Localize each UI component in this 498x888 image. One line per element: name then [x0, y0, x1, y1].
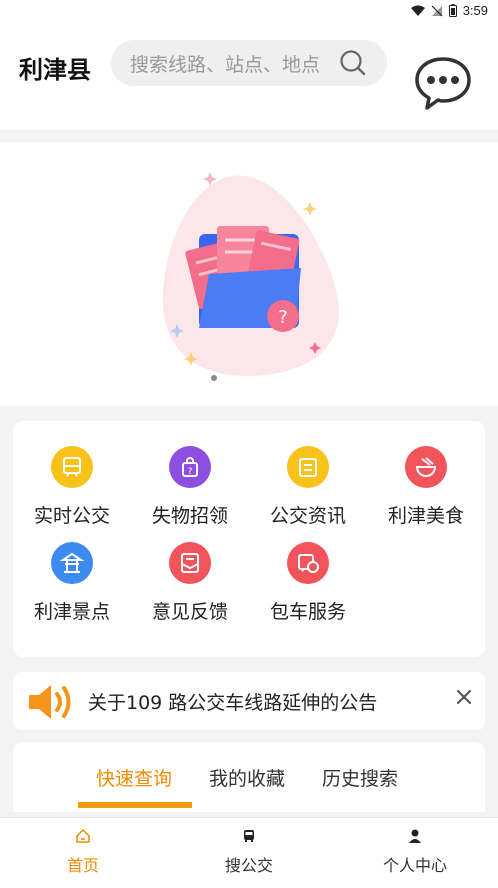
- home-icon: [76, 829, 90, 843]
- nav-profile[interactable]: 个人中心: [355, 828, 475, 876]
- bottom-navigation: 首页 搜公交 个人中心: [0, 817, 498, 888]
- query-tabs: 快速查询 我的收藏 历史搜索: [13, 742, 485, 812]
- active-tab-indicator: [78, 802, 192, 808]
- pavilion-icon: [51, 542, 93, 584]
- grid-item-label: 利津景点: [33, 601, 110, 623]
- bus-icon: [244, 830, 254, 842]
- grid-item-lost-found[interactable]: ? 失物招领: [131, 446, 249, 528]
- battery-icon: [448, 4, 457, 17]
- banner-illustration: ?: [162, 172, 339, 376]
- header: 利津县 搜索线路、站点、地点: [0, 22, 498, 130]
- grid-item-local-food[interactable]: 利津美食: [367, 446, 485, 528]
- no-signal-icon: [431, 5, 443, 16]
- nav-search-bus[interactable]: 搜公交: [189, 828, 309, 876]
- banner-carousel[interactable]: ?: [0, 142, 498, 406]
- shopping-bag-icon: ?: [169, 446, 211, 488]
- grid-item-label: 意见反馈: [151, 601, 228, 623]
- search-bar[interactable]: 搜索线路、站点、地点: [111, 40, 387, 86]
- speaker-icon: [29, 685, 71, 719]
- grid-item-bus-news[interactable]: 公交资讯: [249, 446, 367, 528]
- tab-favorites[interactable]: 我的收藏: [209, 764, 285, 791]
- charter-bus-icon: [287, 542, 329, 584]
- tab-quick-query[interactable]: 快速查询: [96, 764, 172, 791]
- close-icon[interactable]: [453, 686, 475, 708]
- bus-icon: [51, 446, 93, 488]
- service-grid: 实时公交 ? 失物招领 公交资讯 利津美食 利津景点 意见反馈 包车服务: [13, 421, 485, 657]
- city-selector[interactable]: 利津县: [19, 50, 91, 85]
- grid-item-realtime-bus[interactable]: 实时公交: [13, 446, 131, 528]
- person-icon: [409, 829, 421, 843]
- grid-item-scenic-spots[interactable]: 利津景点: [13, 542, 131, 624]
- grid-item-charter-service[interactable]: 包车服务: [249, 542, 367, 624]
- clock: 3:59: [462, 3, 488, 18]
- carousel-indicator: [211, 375, 217, 381]
- tab-history[interactable]: 历史搜索: [322, 764, 398, 791]
- grid-item-label: 实时公交: [33, 505, 110, 527]
- nav-label: 搜公交: [224, 856, 273, 875]
- search-icon[interactable]: [339, 49, 367, 77]
- grid-item-label: 失物招领: [151, 505, 228, 527]
- announcement-text[interactable]: 关于109 路公交车线路延伸的公告: [88, 688, 377, 715]
- message-icon[interactable]: [414, 55, 472, 111]
- search-placeholder[interactable]: 搜索线路、站点、地点: [130, 50, 339, 77]
- svg-text:?: ?: [278, 307, 288, 328]
- food-bowl-icon: [405, 446, 447, 488]
- status-bar: 3:59: [0, 0, 498, 22]
- feedback-icon: [169, 542, 211, 584]
- news-icon: [287, 446, 329, 488]
- nav-home[interactable]: 首页: [23, 828, 143, 876]
- grid-item-label: 利津美食: [387, 505, 464, 527]
- nav-label: 首页: [66, 856, 99, 875]
- svg-text:?: ?: [188, 467, 193, 477]
- grid-item-feedback[interactable]: 意见反馈: [131, 542, 249, 624]
- announcement-bar[interactable]: 关于109 路公交车线路延伸的公告: [13, 672, 485, 730]
- grid-item-label: 公交资讯: [269, 505, 346, 527]
- nav-label: 个人中心: [382, 856, 447, 875]
- wifi-icon: [410, 5, 425, 16]
- grid-item-label: 包车服务: [269, 601, 346, 623]
